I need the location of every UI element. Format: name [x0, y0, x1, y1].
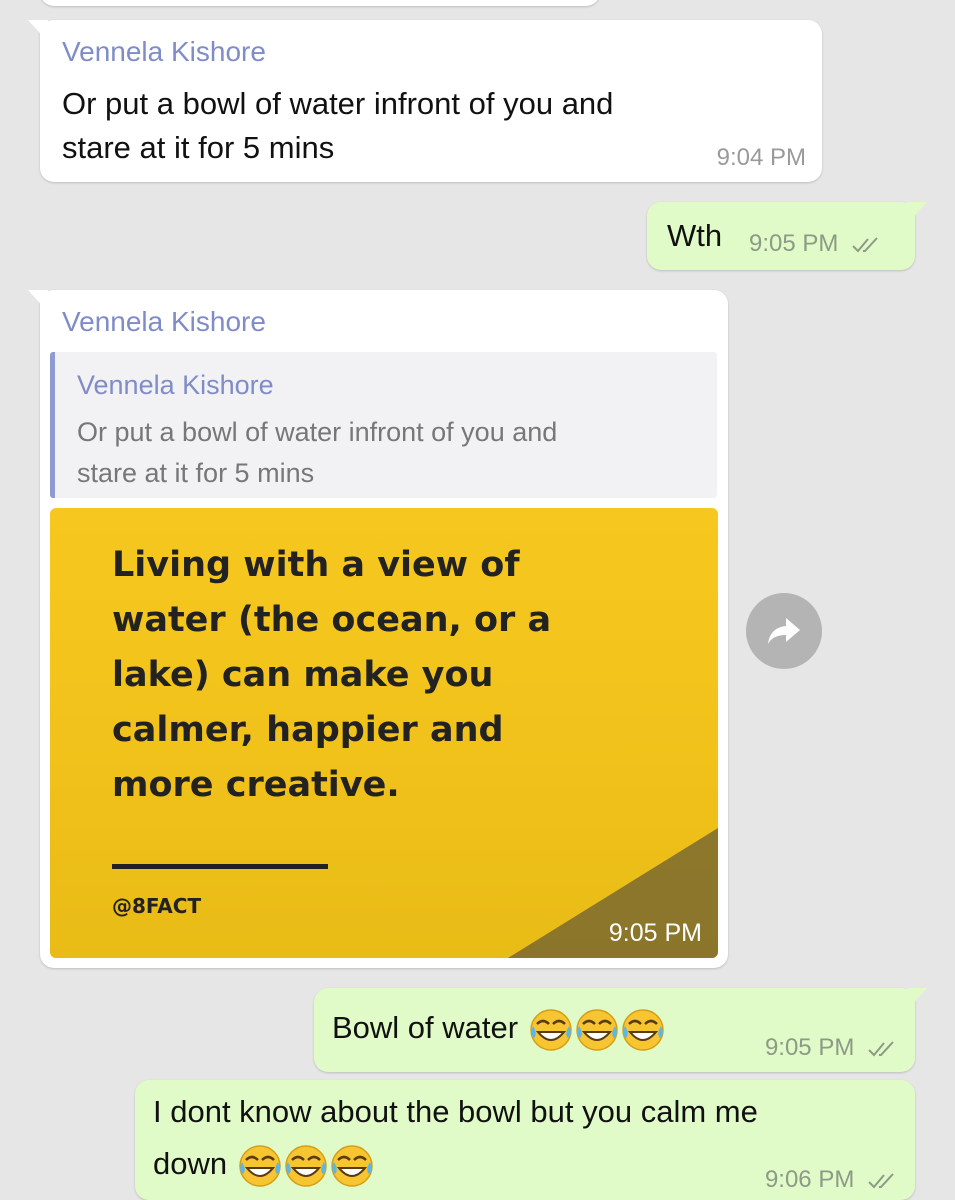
incoming-message-bubble[interactable]: Vennela Kishore Vennela Kishore Or put a… [28, 290, 728, 968]
message-time: 9:05 PM [764, 1034, 855, 1061]
bubble-tail [28, 290, 48, 312]
tears-of-joy-emoji-icon [575, 1009, 618, 1051]
message-text: Wth [667, 218, 723, 253]
emoji-group [236, 1145, 374, 1187]
outgoing-message-bubble[interactable]: Wth 9:05 PM [647, 202, 927, 270]
tears-of-joy-emoji-icon [529, 1009, 572, 1051]
forward-button[interactable] [746, 593, 822, 669]
message-time: 9:05 PM [749, 230, 839, 257]
forward-arrow-icon [768, 618, 800, 644]
image-fact-line: Living with a view of [112, 545, 520, 585]
outgoing-message-bubble[interactable]: I dont know about the bowl but you calm … [135, 1080, 915, 1200]
message-text-row: Bowl of water [332, 1006, 665, 1052]
message-time: 9:04 PM [716, 144, 806, 171]
bubble-tail [907, 202, 927, 224]
emoji-group [527, 1009, 665, 1051]
bubble-tail [907, 988, 927, 1010]
tears-of-joy-emoji-icon [284, 1145, 327, 1187]
message-text: Bowl of water [332, 1010, 519, 1045]
message-time: 9:05 PM [608, 919, 702, 947]
tears-of-joy-emoji-icon [330, 1145, 373, 1187]
tears-of-joy-emoji-icon [238, 1145, 281, 1187]
sender-name: Vennela Kishore [62, 36, 266, 67]
previous-message-bubble [40, 0, 600, 6]
sender-name: Vennela Kishore [62, 306, 266, 337]
quoted-reply[interactable]: Vennela Kishore Or put a bowl of water i… [50, 352, 717, 498]
message-text-line: stare at it for 5 mins [62, 130, 335, 165]
quoted-text-line: stare at it for 5 mins [77, 458, 315, 488]
image-fact-text: Living with a view of water (the ocean, … [112, 538, 632, 813]
image-fact-line: water (the ocean, or a [112, 600, 552, 640]
message-time-row: 9:05 PM [765, 1034, 899, 1062]
tears-of-joy-emoji-icon [621, 1009, 664, 1051]
message-text-row: down [153, 1142, 374, 1188]
incoming-message-bubble[interactable]: Vennela Kishore Or put a bowl of water i… [28, 20, 822, 182]
message-text-line: I dont know about the bowl but you calm … [153, 1094, 758, 1129]
message-time: 9:06 PM [764, 1166, 855, 1193]
message-time-row: 9:05 PM [749, 230, 883, 258]
quoted-text-line: Or put a bowl of water infront of you an… [77, 417, 558, 447]
double-check-icon [852, 236, 878, 253]
message-text-line: down [153, 1146, 228, 1181]
outgoing-message-bubble[interactable]: Bowl of water 9:05 PM [314, 988, 927, 1072]
quoted-sender-name: Vennela Kishore [77, 370, 274, 400]
image-handle: @8FACT [112, 894, 202, 918]
bubble-tail [28, 20, 48, 42]
quoted-text: Or put a bowl of water infront of you an… [77, 412, 677, 494]
shared-image[interactable]: Living with a view of water (the ocean, … [50, 508, 718, 958]
message-text-line: Or put a bowl of water infront of you an… [62, 86, 614, 121]
image-divider [112, 864, 328, 869]
image-fact-line: lake) can make you [112, 655, 494, 695]
image-fact-line: more creative. [112, 765, 400, 805]
double-check-icon [868, 1172, 894, 1189]
message-time-row: 9:06 PM [765, 1166, 899, 1194]
double-check-icon [868, 1040, 894, 1057]
image-fact-line: calmer, happier and [112, 710, 504, 750]
